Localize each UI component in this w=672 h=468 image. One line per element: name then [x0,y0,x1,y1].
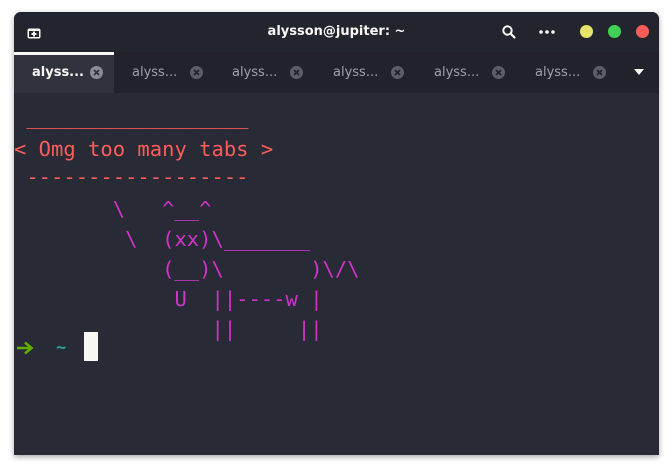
close-button[interactable] [636,25,649,38]
tab-5[interactable]: alyss... [416,52,516,93]
search-icon [502,25,516,39]
terminal-output[interactable]: __________________ < Omg too many tabs >… [14,93,659,455]
tab-bar: alyss... alyss... alyss... alyss... alys… [14,52,659,93]
right-arrow-icon [17,341,34,355]
bubble-message-line: < Omg too many tabs > [14,137,274,161]
text-cursor [84,332,98,361]
cow-line: \ ^__^ [14,197,212,221]
chevron-down-icon[interactable] [632,67,646,77]
tab-label: alyss... [132,65,178,80]
tab-label: alyss... [535,65,581,80]
tab-label: alyss... [232,65,278,80]
search-button[interactable] [501,24,517,40]
tab-label: alyss... [434,65,480,80]
tab-label: alyss... [32,65,84,80]
kebab-menu-icon [539,30,555,34]
tab-1[interactable]: alyss... [14,52,114,93]
tab-label: alyss... [333,65,379,80]
maximize-button[interactable] [608,25,621,38]
tab-4[interactable]: alyss... [315,52,415,93]
cow-line: (__)\ )\/\ [14,257,360,281]
tab-6[interactable]: alyss... [517,52,617,93]
close-icon[interactable] [290,66,303,79]
window-title: alysson@jupiter: ~ [267,24,406,39]
close-icon[interactable] [90,66,103,79]
close-icon[interactable] [492,66,505,79]
header-bar: alysson@jupiter: ~ [14,12,659,52]
bubble-top-line: __________________ [14,105,249,129]
prompt-directory: ~ [56,338,67,358]
minimize-button[interactable] [580,25,593,38]
close-icon[interactable] [190,66,203,79]
cow-line: U ||----w | [14,287,323,311]
tab-2[interactable]: alyss... [114,52,214,93]
tab-3[interactable]: alyss... [214,52,314,93]
close-icon[interactable] [391,66,404,79]
close-icon[interactable] [593,66,606,79]
terminal-window: alysson@jupiter: ~ alyss... alyss... aly… [14,12,659,455]
bubble-bottom-line: ------------------ [14,165,249,189]
menu-button[interactable] [538,25,556,39]
cow-line: \ (xx)\_______ [14,227,311,251]
